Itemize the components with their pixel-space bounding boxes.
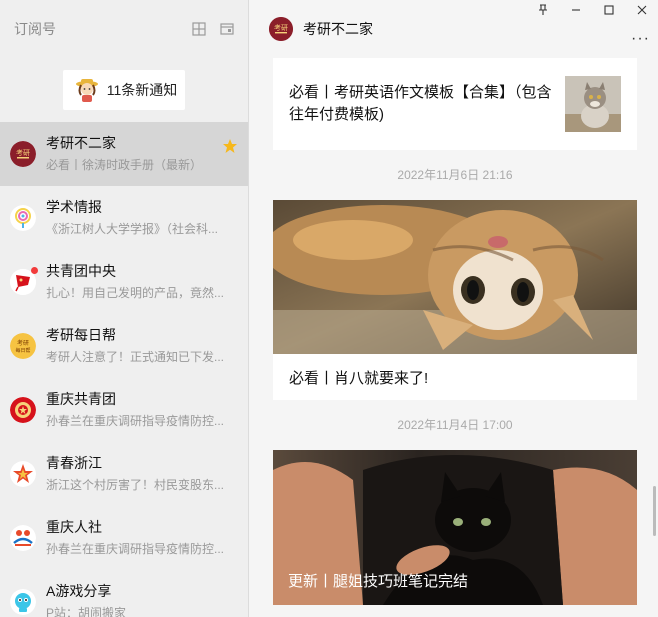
unread-dot bbox=[31, 267, 38, 274]
account-item-chongqing-renshe[interactable]: 重庆人社 孙春兰在重庆调研指导疫情防控... bbox=[0, 506, 248, 570]
gongqingtuan-logo-icon bbox=[10, 267, 38, 295]
main-header: 考研 考研不二家 ··· bbox=[249, 0, 658, 58]
girl-avatar-icon bbox=[75, 79, 98, 102]
article-caption: 必看丨肖八就要来了! bbox=[289, 369, 429, 387]
article-top: 必看丨考研英语作文模板【合集】（包含往年付费模板) bbox=[273, 58, 637, 150]
article-title: 必看丨考研英语作文模板【合集】（包含往年付费模板) bbox=[289, 84, 552, 123]
account-desc: 浙江这个村厉害了！村民变股东... bbox=[46, 478, 225, 492]
svg-text:每日帮: 每日帮 bbox=[15, 347, 30, 354]
article-caption: 更新丨腿姐技巧班笔记完结 bbox=[288, 573, 469, 590]
account-item-xueshu-qingbao[interactable]: 学术情报 《浙江树人大学学报》（社会科... bbox=[0, 186, 248, 250]
account-desc: 必看丨徐涛时政手册（最新） bbox=[46, 158, 203, 172]
article-card[interactable]: 更新丨腿姐技巧班笔记完结 bbox=[273, 450, 637, 605]
cat-lying-image bbox=[273, 200, 637, 354]
account-body: 青春浙江 浙江这个村厉害了！村民变股东... bbox=[46, 453, 238, 495]
account-item-a-game-share[interactable]: A游戏分享 P站：胡闹搬家 bbox=[0, 570, 248, 617]
main-title: 考研不二家 bbox=[303, 21, 373, 37]
account-desc: 孙春兰在重庆调研指导疫情防控... bbox=[46, 542, 225, 556]
account-desc: P站：胡闹搬家 bbox=[46, 606, 127, 617]
svg-text:考研: 考研 bbox=[16, 149, 30, 157]
qingchun-zhejiang-logo-icon bbox=[10, 461, 36, 487]
account-desc: 扎心！用自己发明的产品，竟然... bbox=[46, 286, 225, 300]
kaoyan-buerjia-avatar-icon[interactable]: 考研 bbox=[269, 17, 293, 41]
sidebar-tools bbox=[192, 22, 234, 36]
star-icon bbox=[223, 139, 237, 153]
article-feed: 必看丨考研英语作文模板【合集】（包含往年付费模板) 2022年11月6日 21:… bbox=[273, 58, 637, 605]
account-name: 重庆共青团 bbox=[46, 391, 116, 407]
account-name: A游戏分享 bbox=[46, 583, 112, 599]
account-desc: 《浙江树人大学学报》（社会科... bbox=[46, 222, 219, 236]
cat-thumbnail bbox=[565, 76, 621, 132]
account-item-kaoyan-meiribang[interactable]: 考研 每日帮 考研每日帮 考研人注意了！正式通知已下发... bbox=[0, 314, 248, 378]
pin-icon[interactable] bbox=[526, 0, 559, 20]
account-name: 共青团中央 bbox=[46, 263, 116, 279]
window-icon[interactable] bbox=[220, 22, 234, 36]
article-timestamp: 2022年11月4日 17:00 bbox=[397, 418, 513, 432]
xueshu-qingbao-logo-icon bbox=[10, 205, 36, 231]
account-desc: 孙春兰在重庆调研指导疫情防控... bbox=[46, 414, 225, 428]
account-body: 重庆共青团 孙春兰在重庆调研指导疫情防控... bbox=[46, 389, 238, 431]
account-desc: 考研人注意了！正式通知已下发... bbox=[46, 350, 225, 364]
account-name: 考研不二家 bbox=[46, 135, 116, 151]
kaoyan-meiribang-logo-icon: 考研 每日帮 bbox=[10, 333, 36, 359]
notice-wrapper: 11条新通知 bbox=[0, 58, 248, 122]
grid-icon[interactable] bbox=[192, 22, 206, 36]
window-controls bbox=[526, 0, 658, 20]
account-body: 考研不二家 必看丨徐涛时政手册（最新） bbox=[46, 133, 238, 175]
minimize-icon[interactable] bbox=[559, 0, 592, 20]
close-icon[interactable] bbox=[625, 0, 658, 20]
more-options-icon[interactable]: ··· bbox=[631, 30, 650, 48]
account-body: A游戏分享 P站：胡闹搬家 bbox=[46, 581, 238, 617]
feed-scrollbar[interactable] bbox=[653, 486, 656, 536]
notice-text: 11条新通知 bbox=[106, 82, 178, 98]
account-name: 青春浙江 bbox=[46, 455, 102, 471]
article-timestamp: 2022年11月6日 21:16 bbox=[397, 168, 513, 182]
svg-text:考研: 考研 bbox=[17, 339, 29, 347]
account-item-qingchun-zhejiang[interactable]: 青春浙江 浙江这个村厉害了！村民变股东... bbox=[0, 442, 248, 506]
account-item-kaoyan-buerjia[interactable]: 考研 考研不二家 必看丨徐涛时政手册（最新） bbox=[0, 122, 248, 186]
account-body: 共青团中央 扎心！用自己发明的产品，竟然... bbox=[46, 261, 238, 303]
account-body: 考研每日帮 考研人注意了！正式通知已下发... bbox=[46, 325, 238, 367]
account-name: 学术情报 bbox=[46, 199, 102, 215]
main-panel: 考研 考研不二家 ··· 必看丨考研英语作文模板【合集】（包含往年付费模板) 2… bbox=[249, 0, 658, 617]
a-game-share-logo-icon bbox=[10, 589, 36, 615]
new-notifications-button[interactable]: 11条新通知 bbox=[62, 70, 186, 110]
sidebar-title: 订阅号 bbox=[14, 21, 56, 37]
app-window: 订阅号 11条新通知 考研 考研不二家 必看丨徐涛时政手册（最新） 学术情报 《… bbox=[0, 0, 658, 617]
account-name: 考研每日帮 bbox=[46, 327, 116, 343]
kaoyan-buerjia-logo-icon: 考研 bbox=[10, 141, 36, 167]
account-body: 学术情报 《浙江树人大学学报》（社会科... bbox=[46, 197, 238, 239]
sidebar: 订阅号 11条新通知 考研 考研不二家 必看丨徐涛时政手册（最新） 学术情报 《… bbox=[0, 0, 249, 617]
sidebar-header: 订阅号 bbox=[0, 0, 248, 58]
chongqing-gongqingtuan-logo-icon bbox=[10, 397, 36, 423]
account-item-gongqingtuan[interactable]: 共青团中央 扎心！用自己发明的产品，竟然... bbox=[0, 250, 248, 314]
article-card[interactable]: 必看丨考研英语作文模板【合集】（包含往年付费模板) bbox=[273, 58, 637, 150]
article-card[interactable]: 必看丨肖八就要来了! bbox=[273, 200, 637, 400]
svg-text:考研: 考研 bbox=[274, 24, 288, 32]
account-item-chongqing-gongqingtuan[interactable]: 重庆共青团 孙春兰在重庆调研指导疫情防控... bbox=[0, 378, 248, 442]
chongqing-renshe-logo-icon bbox=[10, 525, 36, 551]
account-name: 重庆人社 bbox=[46, 519, 102, 535]
account-body: 重庆人社 孙春兰在重庆调研指导疫情防控... bbox=[46, 517, 238, 559]
maximize-icon[interactable] bbox=[592, 0, 625, 20]
